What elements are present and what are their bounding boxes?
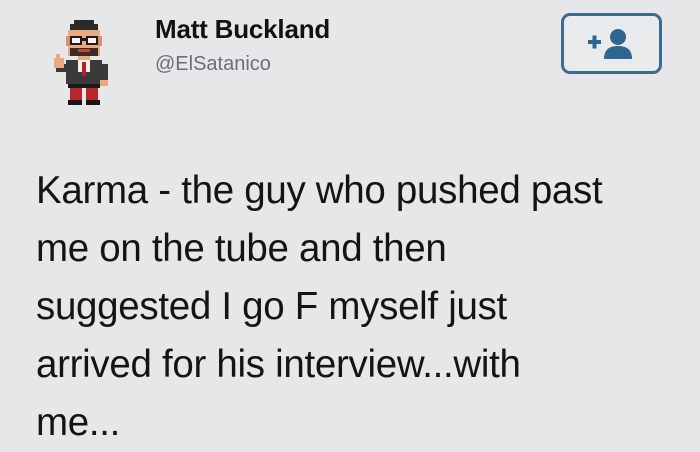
user-handle[interactable]: @ElSatanico [155,53,271,76]
avatar[interactable] [52,18,114,106]
pixel-art-avatar-icon [54,20,108,105]
tweet-line: arrived for his interview...with [36,343,521,386]
add-user-icon [587,28,632,59]
tweet-line: me on the tube and then [36,227,447,270]
tweet-card: Matt Buckland @ElSatanico Karma - the gu… [0,0,700,445]
tweet-line: suggested I go F myself just [36,285,507,328]
tweet-line: Karma - the guy who pushed past [36,169,603,212]
tweet-line: me... [36,401,121,444]
display-name[interactable]: Matt Buckland [155,14,330,45]
follow-button[interactable] [561,13,662,74]
tweet-text: Karma - the guy who pushed past me on th… [36,162,676,452]
